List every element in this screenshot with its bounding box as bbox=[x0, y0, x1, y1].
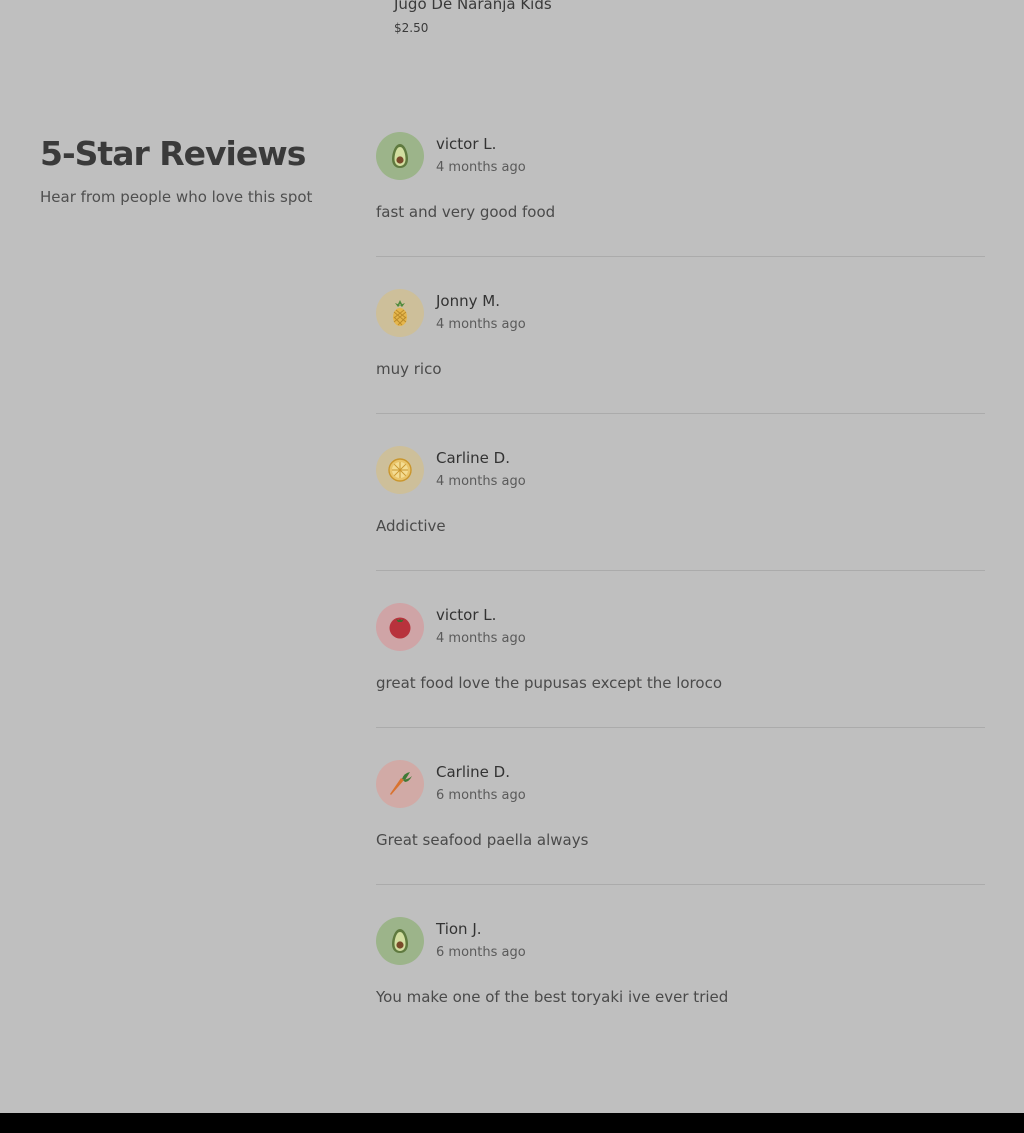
avatar bbox=[376, 917, 424, 965]
review-text: Addictive bbox=[376, 517, 446, 535]
reviewer-name: victor L. bbox=[436, 135, 497, 153]
lemon-icon bbox=[388, 458, 412, 482]
reviews-title: 5-Star Reviews bbox=[40, 134, 306, 173]
divider bbox=[376, 413, 985, 414]
footer-bar bbox=[0, 1113, 1024, 1133]
avatar bbox=[376, 603, 424, 651]
avocado-icon bbox=[392, 929, 408, 953]
review-time: 6 months ago bbox=[436, 945, 526, 960]
review-list: victor L. 4 months ago fast and very goo… bbox=[376, 132, 985, 1074]
carrot-icon bbox=[390, 772, 412, 795]
review-item: Jonny M. 4 months ago muy rico bbox=[376, 289, 985, 446]
menu-item-name: Jugo De Naranja Kids bbox=[394, 0, 552, 13]
review-item: victor L. 4 months ago great food love t… bbox=[376, 603, 985, 760]
tomato-icon bbox=[389, 617, 411, 639]
review-item: Tion J. 6 months ago You make one of the… bbox=[376, 917, 985, 1074]
review-time: 6 months ago bbox=[436, 788, 526, 803]
divider bbox=[376, 884, 985, 885]
avatar bbox=[376, 760, 424, 808]
review-text: You make one of the best toryaki ive eve… bbox=[376, 988, 729, 1006]
avocado-icon bbox=[392, 144, 408, 168]
review-time: 4 months ago bbox=[436, 631, 526, 646]
review-text: fast and very good food bbox=[376, 203, 556, 221]
review-item: Carline D. 6 months ago Great seafood pa… bbox=[376, 760, 985, 917]
reviewer-name: Carline D. bbox=[436, 763, 510, 781]
menu-item-card[interactable]: Jugo De Naranja Kids $2.50 bbox=[394, 0, 552, 36]
avatar bbox=[376, 289, 424, 337]
reviewer-name: victor L. bbox=[436, 606, 497, 624]
review-item: Carline D. 4 months ago Addictive bbox=[376, 446, 985, 603]
menu-item-price: $2.50 bbox=[394, 21, 429, 35]
reviewer-name: Carline D. bbox=[436, 449, 510, 467]
pineapple-icon bbox=[393, 300, 407, 326]
reviews-header: 5-Star Reviews Hear from people who love… bbox=[40, 132, 340, 208]
avatar bbox=[376, 132, 424, 180]
review-item: victor L. 4 months ago fast and very goo… bbox=[376, 132, 985, 289]
reviewer-name: Jonny M. bbox=[436, 292, 500, 310]
divider bbox=[376, 570, 985, 571]
review-text: Great seafood paella always bbox=[376, 831, 589, 849]
reviews-subtitle: Hear from people who love this spot bbox=[40, 188, 313, 206]
divider bbox=[376, 727, 985, 728]
review-time: 4 months ago bbox=[436, 474, 526, 489]
review-time: 4 months ago bbox=[436, 160, 526, 175]
reviewer-name: Tion J. bbox=[436, 920, 482, 938]
review-text: muy rico bbox=[376, 360, 442, 378]
divider bbox=[376, 256, 985, 257]
review-text: great food love the pupusas except the l… bbox=[376, 674, 722, 692]
avatar bbox=[376, 446, 424, 494]
review-time: 4 months ago bbox=[436, 317, 526, 332]
